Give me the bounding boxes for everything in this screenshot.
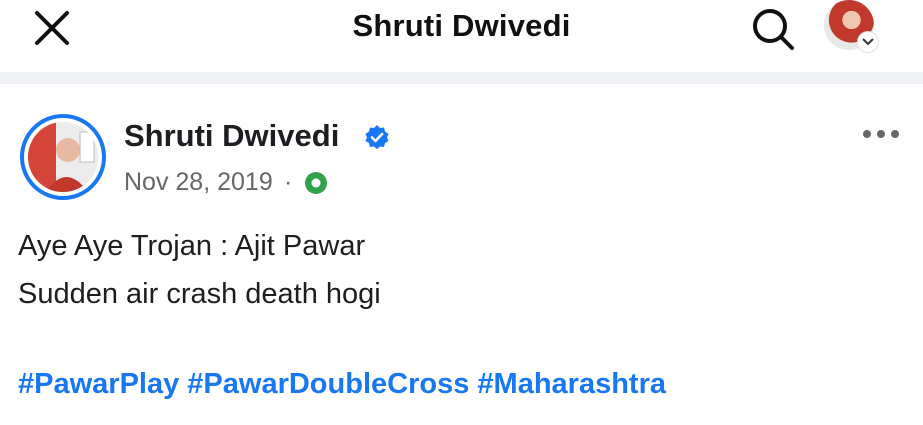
post-timestamp[interactable]: Nov 28, 2019: [124, 168, 273, 197]
hashtag-link[interactable]: #PawarPlay: [18, 368, 179, 400]
separator: ·: [284, 168, 293, 196]
hashtag-link[interactable]: #Maharashtra: [477, 368, 666, 400]
more-options-button[interactable]: [856, 124, 906, 144]
verified-badge-icon: [365, 125, 389, 149]
chevron-down-icon: [858, 32, 878, 52]
post-text-line: Aye Aye Trojan : Ajit Pawar: [18, 230, 366, 262]
author-name[interactable]: Shruti Dwivedi: [124, 118, 339, 154]
search-icon: [753, 9, 794, 50]
hashtag-row: #PawarPlay #PawarDoubleCross #Maharashtr…: [18, 368, 666, 401]
post-card: Shruti Dwivedi Nov 28, 2019 · Aye Aye Tr…: [0, 84, 923, 425]
globe-icon[interactable]: [304, 171, 328, 195]
top-bar: Shruti Dwivedi: [0, 0, 923, 62]
search-button[interactable]: [748, 4, 798, 54]
more-dots-icon: [863, 130, 871, 138]
hashtag-link[interactable]: #PawarDoubleCross: [187, 368, 469, 400]
profile-switcher[interactable]: [824, 0, 878, 54]
post-text-line: Sudden air crash death hogi: [18, 278, 381, 310]
divider: [0, 72, 923, 84]
author-avatar[interactable]: [20, 114, 106, 200]
avatar: [28, 122, 98, 192]
